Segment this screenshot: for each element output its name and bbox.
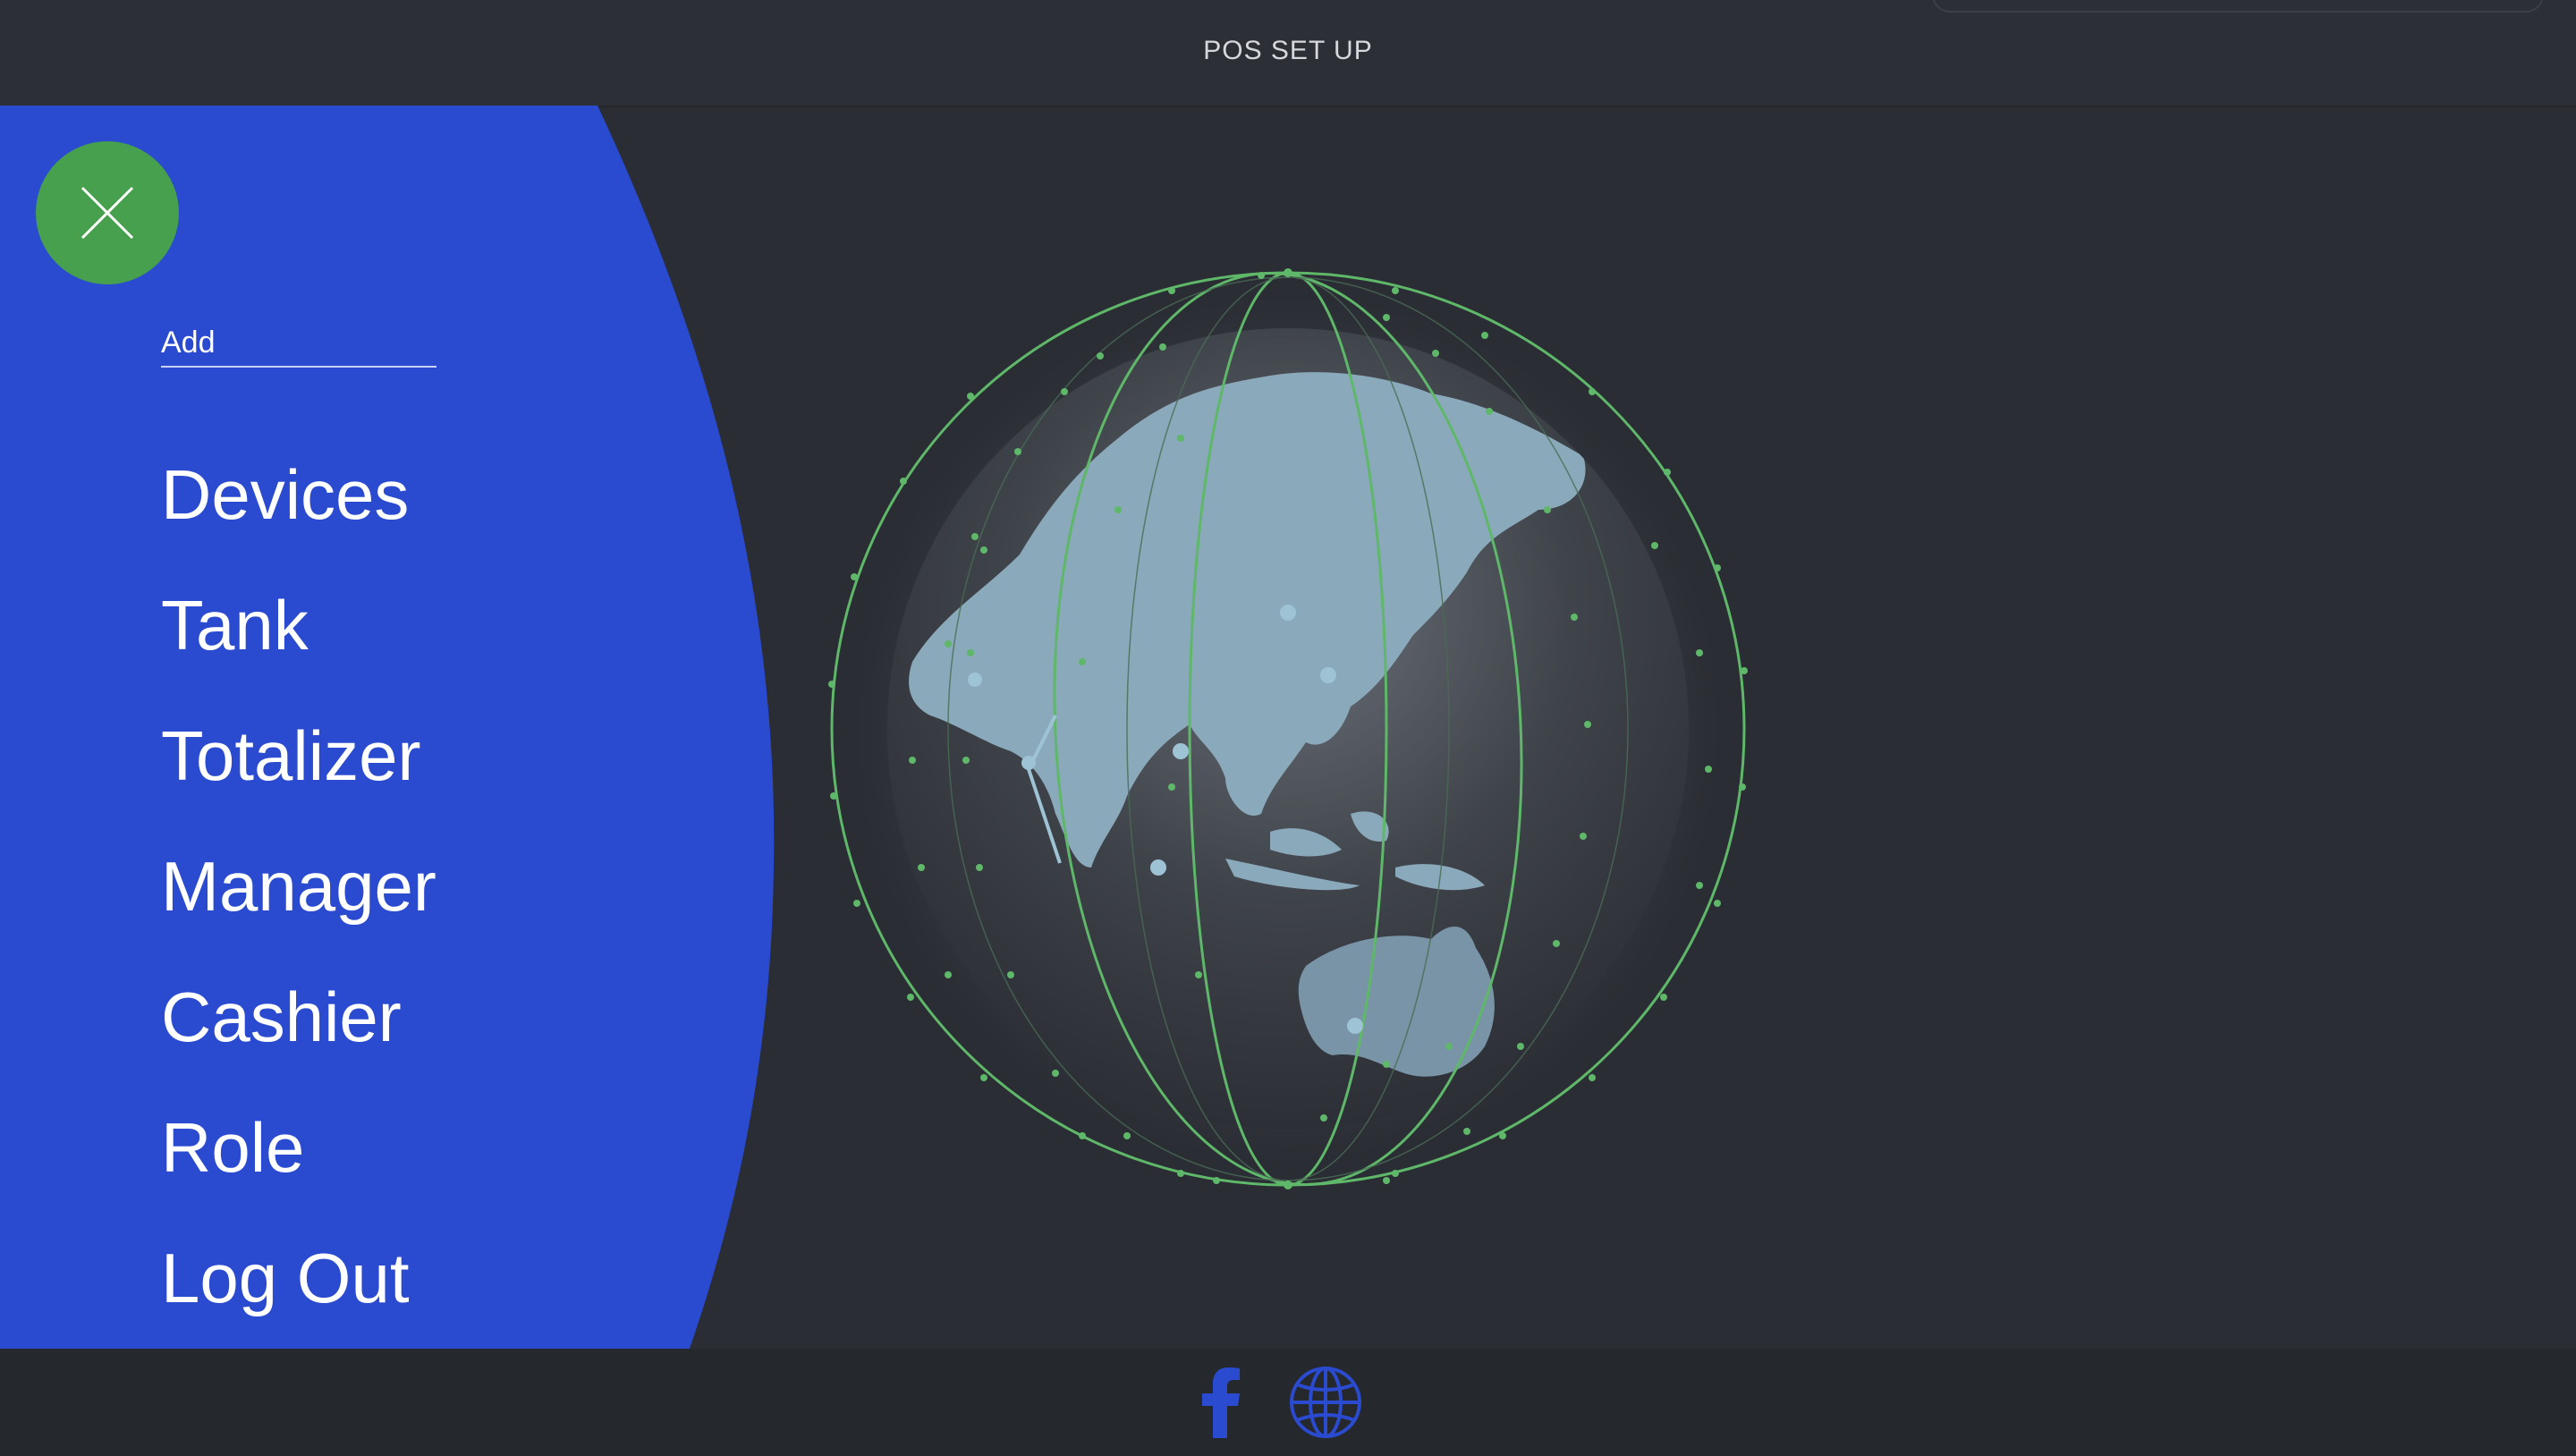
close-icon bbox=[80, 186, 134, 240]
facebook-icon[interactable] bbox=[1197, 1367, 1243, 1438]
menu-item-log-out[interactable]: Log Out bbox=[161, 1213, 436, 1343]
menu-item-role[interactable]: Role bbox=[161, 1082, 436, 1213]
close-menu-button[interactable] bbox=[36, 141, 179, 284]
menu-item-totalizer[interactable]: Totalizer bbox=[161, 690, 436, 821]
globe-illustration bbox=[805, 241, 1789, 1207]
drawer-menu: Devices Tank Totalizer Manager Cashier R… bbox=[161, 429, 436, 1343]
page-title: POS SET UP bbox=[1203, 36, 1373, 65]
menu-item-devices[interactable]: Devices bbox=[161, 429, 436, 560]
header-bar: POS SET UP bbox=[0, 0, 2576, 107]
website-globe-icon[interactable] bbox=[1288, 1365, 1363, 1440]
menu-item-manager[interactable]: Manager bbox=[161, 821, 436, 952]
menu-item-cashier[interactable]: Cashier bbox=[161, 952, 436, 1082]
add-section-label: Add bbox=[161, 326, 436, 368]
menu-item-tank[interactable]: Tank bbox=[161, 560, 436, 690]
app-screen: POS SET UP Add Devices Tank Totalizer Ma… bbox=[0, 0, 2576, 1456]
search-field[interactable] bbox=[1932, 0, 2544, 13]
